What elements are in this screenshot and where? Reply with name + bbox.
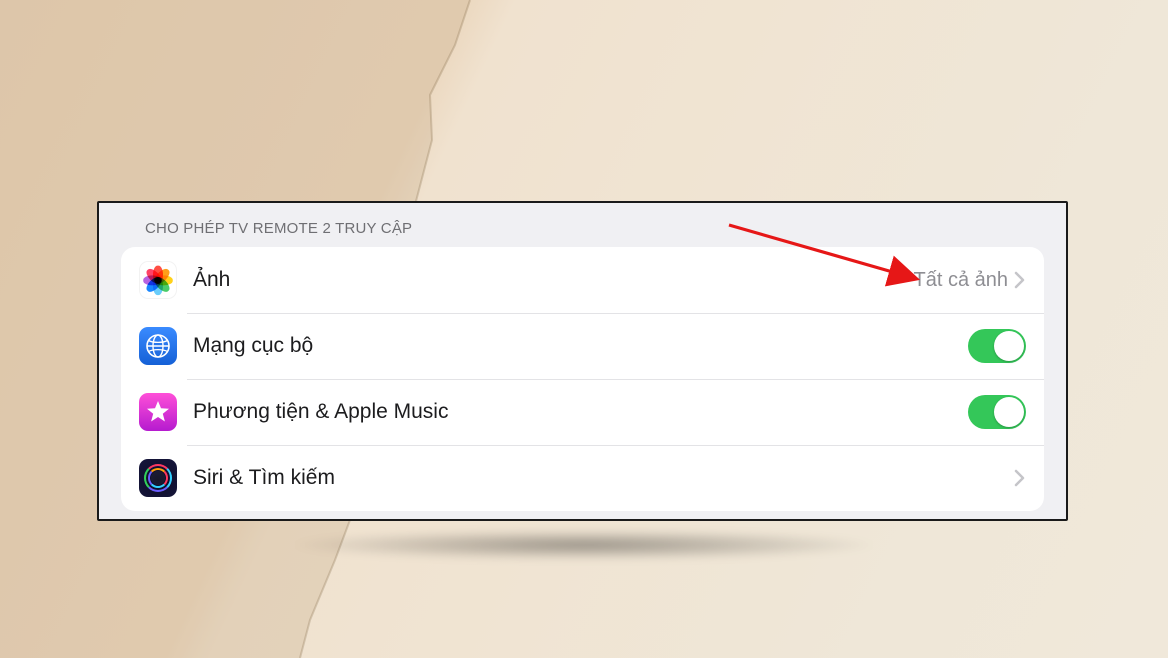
settings-panel: CHO PHÉP TV REMOTE 2 TRUY CẬP Ảnh Tất cả…	[97, 201, 1068, 521]
row-photos[interactable]: Ảnh Tất cả ảnh	[121, 247, 1044, 313]
star-icon	[139, 393, 177, 431]
row-photos-value: Tất cả ảnh	[913, 269, 1008, 292]
toggle-local-network[interactable]	[968, 329, 1026, 363]
row-siri-label: Siri & Tìm kiếm	[193, 466, 1014, 490]
chevron-right-icon	[1014, 271, 1026, 289]
row-local-network-label: Mạng cục bộ	[193, 334, 968, 358]
row-siri-search[interactable]: Siri & Tìm kiếm	[121, 445, 1044, 511]
page-background: CHO PHÉP TV REMOTE 2 TRUY CẬP Ảnh Tất cả…	[0, 0, 1168, 658]
photos-icon	[139, 261, 177, 299]
globe-icon	[139, 327, 177, 365]
row-photos-label: Ảnh	[193, 268, 913, 292]
chevron-right-icon	[1014, 469, 1026, 487]
settings-rows: Ảnh Tất cả ảnh Mạng cục bộ	[121, 247, 1044, 511]
siri-icon	[139, 459, 177, 497]
row-media-apple-music[interactable]: Phương tiện & Apple Music	[121, 379, 1044, 445]
toggle-media-apple-music[interactable]	[968, 395, 1026, 429]
panel-shadow	[170, 525, 998, 565]
row-local-network[interactable]: Mạng cục bộ	[121, 313, 1044, 379]
row-media-label: Phương tiện & Apple Music	[193, 400, 968, 424]
section-header: CHO PHÉP TV REMOTE 2 TRUY CẬP	[99, 203, 1066, 247]
